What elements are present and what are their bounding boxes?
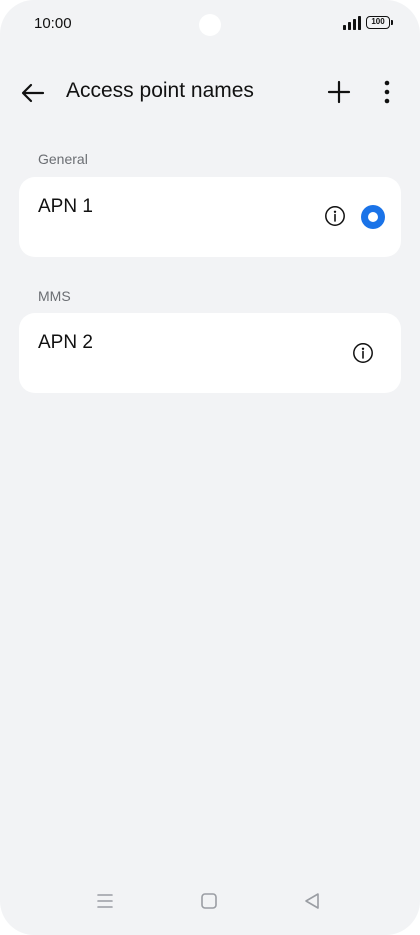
info-icon[interactable] xyxy=(324,205,346,227)
section-label-mms: MMS xyxy=(38,288,71,304)
phone-screen: 10:00 100 Access point names General APN… xyxy=(0,0,420,935)
home-icon[interactable] xyxy=(197,889,221,913)
navigation-bar xyxy=(0,875,420,935)
apn-name: APN 1 xyxy=(38,196,93,217)
app-bar: Access point names xyxy=(0,68,420,116)
apn-item-1[interactable]: APN 1 xyxy=(19,177,401,257)
back-triangle-icon[interactable] xyxy=(300,889,324,913)
menu-icon[interactable] xyxy=(93,889,117,913)
radio-selected-icon[interactable] xyxy=(361,205,385,229)
signal-icon xyxy=(343,16,361,30)
back-arrow-icon[interactable] xyxy=(18,78,48,108)
status-time: 10:00 xyxy=(34,15,72,32)
camera-cutout xyxy=(199,14,221,36)
apn-name: APN 2 xyxy=(38,332,93,353)
apn-item-2[interactable]: APN 2 xyxy=(19,313,401,393)
section-label-general: General xyxy=(38,151,88,167)
battery-icon: 100 xyxy=(366,16,393,29)
page-title: Access point names xyxy=(66,79,254,102)
status-bar: 10:00 100 xyxy=(0,0,420,48)
more-vert-icon[interactable] xyxy=(374,77,400,107)
plus-icon[interactable] xyxy=(324,77,354,107)
info-icon[interactable] xyxy=(352,342,374,364)
